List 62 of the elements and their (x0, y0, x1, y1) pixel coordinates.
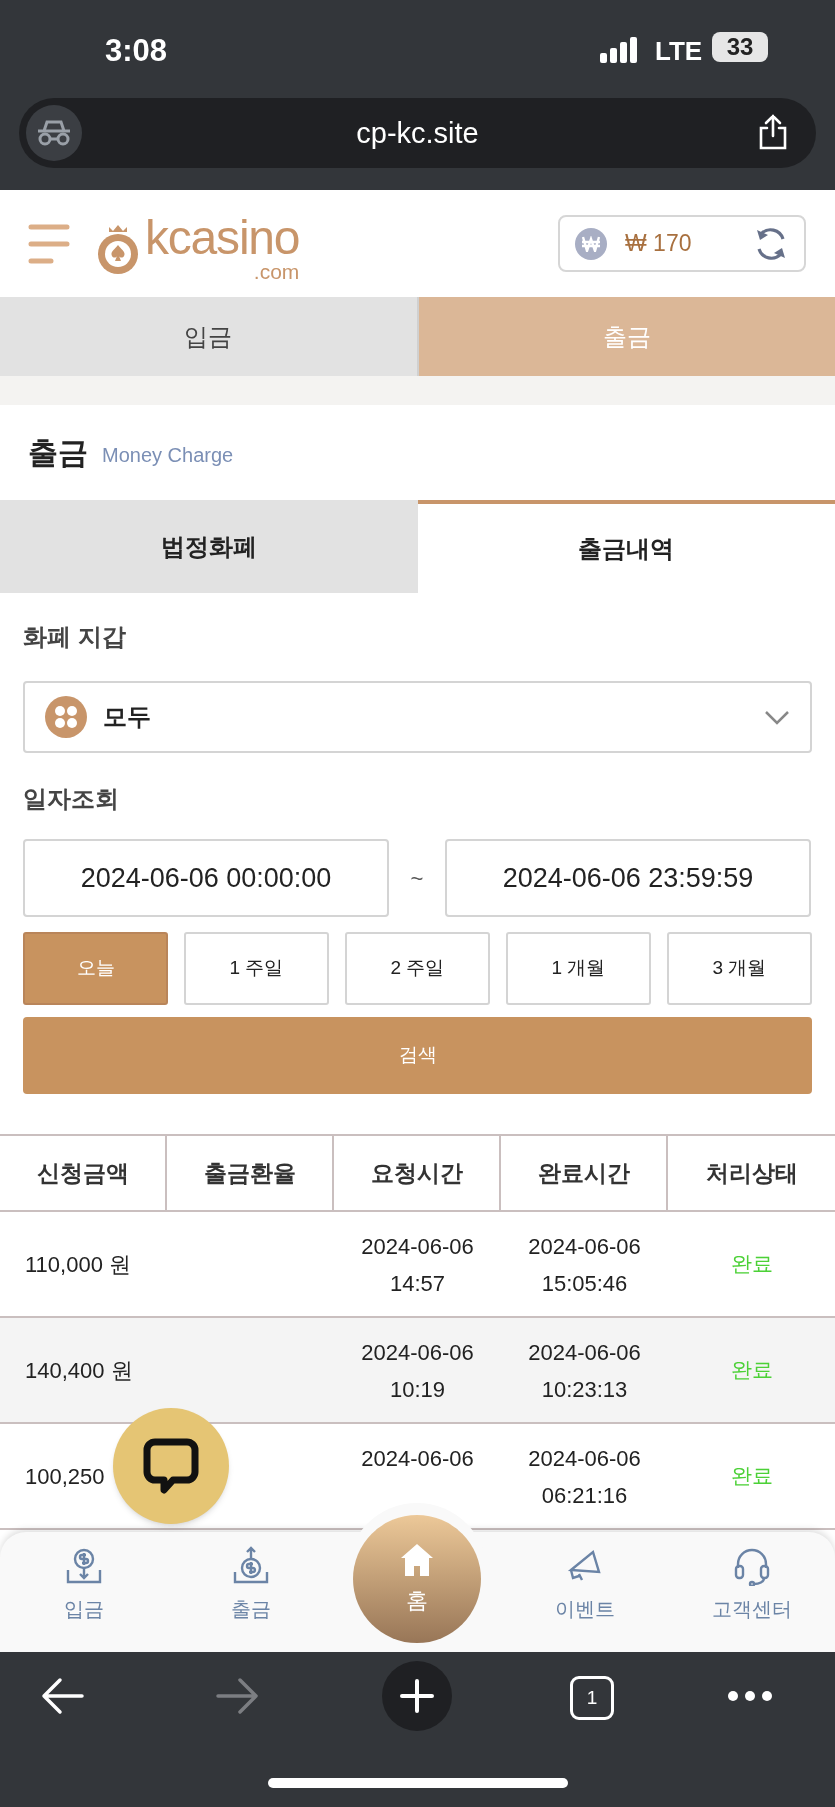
incognito-icon (36, 120, 72, 146)
status-text: 완료 (729, 1251, 774, 1278)
house-icon (399, 1541, 435, 1578)
chevron-down-icon (764, 709, 790, 725)
status-text: 완료 (729, 1463, 774, 1490)
table-cell-text: 10:23:13 (541, 1376, 628, 1404)
column-header: 신청금액 (0, 1136, 167, 1210)
signal-icon (600, 37, 640, 63)
date-input-field[interactable]: 2024-06-06 00:00:00 (23, 839, 389, 917)
period-button[interactable]: 2 주일 (345, 932, 490, 1005)
column-header: 완료시간 (501, 1136, 668, 1210)
table-cell-text: 2024-06-06 (528, 1233, 641, 1261)
status-time: 3:08 (105, 32, 168, 70)
period-button[interactable]: 1 주일 (184, 932, 329, 1005)
date-input-field[interactable]: 2024-06-06 23:59:59 (445, 839, 811, 917)
plus-icon (400, 1679, 434, 1713)
main-tab[interactable]: 입금 (0, 297, 419, 376)
date-separator: ~ (409, 864, 425, 893)
period-button[interactable]: 1 개월 (506, 932, 651, 1005)
balance-amount: ₩ 170 (625, 229, 692, 259)
back-arrow-icon[interactable] (40, 1677, 84, 1715)
tab-count-button[interactable]: 1 (570, 1676, 614, 1720)
table-cell-text: 15:05:46 (541, 1270, 628, 1298)
wallet-dropdown[interactable]: 모두 (23, 681, 812, 753)
table-cell-text: 2024-06-06 (361, 1339, 474, 1367)
url-text: cp-kc.site (355, 116, 480, 151)
incognito-button[interactable] (26, 105, 82, 161)
address-bar[interactable]: cp-kc.site (19, 98, 816, 168)
logo-suffix: .com (252, 262, 300, 282)
nav-item[interactable]: 이벤트 (501, 1532, 668, 1652)
column-header: 출금환율 (167, 1136, 334, 1210)
field-label: 일자조회 (23, 784, 120, 814)
grid-dots-icon (45, 696, 87, 738)
table-cell-text: 110,000 원 (24, 1250, 132, 1279)
network-label: LTE (655, 35, 703, 68)
table-cell-text: 10:19 (389, 1376, 446, 1404)
forward-arrow-icon[interactable] (216, 1677, 260, 1715)
table-cell-text: 140,400 원 (24, 1356, 134, 1385)
page-title: 출금 (28, 435, 88, 471)
table-cell-text: 14:57 (389, 1270, 446, 1298)
table-cell-text: 06:21:16 (541, 1482, 628, 1510)
field-label: 화폐 지갑 (23, 622, 127, 652)
chat-bubble-icon (143, 1438, 199, 1494)
nav-item[interactable]: 고객센터 (668, 1532, 835, 1652)
battery-indicator: 33 (712, 32, 768, 62)
column-header: 요청시간 (334, 1136, 501, 1210)
nav-item[interactable]: 입금 (0, 1532, 167, 1652)
share-icon[interactable] (758, 114, 788, 150)
table-cell-text: 2024-06-06 (528, 1339, 641, 1367)
won-sign-icon (582, 235, 600, 252)
column-header: 처리상태 (704, 1158, 799, 1188)
table-cell-text: 2024-06-06 (528, 1445, 641, 1473)
page-subtitle: Money Charge (102, 442, 234, 468)
sub-tab[interactable]: 법정화폐 (0, 500, 418, 593)
table-cell-text: 2024-06-06 (361, 1445, 474, 1473)
table-cell-text: 2024-06-06 (361, 1233, 474, 1261)
more-icon[interactable] (727, 1690, 773, 1702)
table-cell-text: 100,250 (24, 1462, 106, 1491)
period-button[interactable]: 3 개월 (667, 932, 812, 1005)
logo-text: kcasino (145, 214, 300, 262)
status-text: 완료 (729, 1357, 774, 1384)
nav-item[interactable]: 출금 (167, 1532, 334, 1652)
